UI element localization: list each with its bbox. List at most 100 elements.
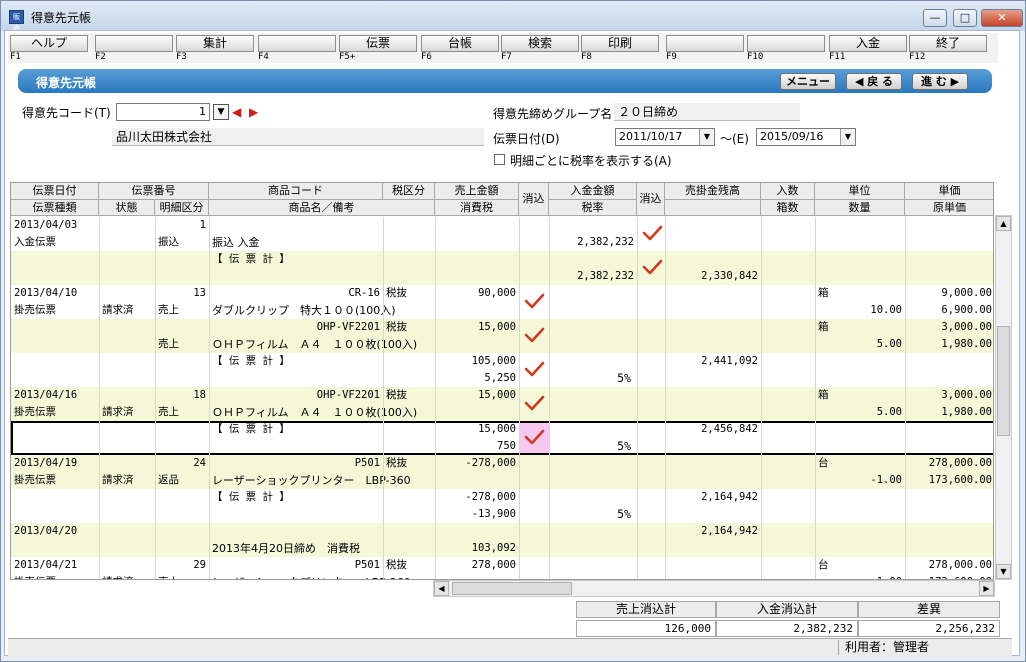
- column-header[interactable]: 消込: [519, 183, 549, 216]
- table-row[interactable]: 売上 ＯＨＰフィルム Ａ４ １００枚(100入) 5.00 1,980.00: [11, 336, 993, 353]
- cell-name: ＯＨＰフィルム Ａ４ １００枚(100入): [212, 338, 418, 351]
- column-header[interactable]: 明細区分: [155, 200, 209, 216]
- table-row[interactable]: 【 伝 票 計 】: [11, 251, 993, 268]
- function-key-f2[interactable]: [95, 35, 173, 52]
- column-header[interactable]: 商品名／備考: [209, 200, 435, 216]
- hscroll-thumb[interactable]: [452, 582, 572, 595]
- cell-sales: -278,000: [465, 491, 516, 503]
- scroll-right-icon[interactable]: ▶: [979, 581, 994, 596]
- column-header[interactable]: 消費税: [435, 200, 519, 216]
- table-row[interactable]: 掛売伝票 請求済 売上 ＯＨＰフィルム Ａ４ １００枚(100入) 5.00 1,980.…: [11, 404, 993, 421]
- scroll-thumb[interactable]: [997, 326, 1010, 436]
- reconciled-check-icon[interactable]: [523, 326, 545, 346]
- cell-kubun: 売上: [158, 338, 179, 350]
- column-header[interactable]: [665, 200, 761, 216]
- cell-tax: 税抜: [386, 287, 407, 299]
- column-header[interactable]: 税率: [549, 200, 637, 216]
- column-header[interactable]: 売掛金残高: [665, 183, 761, 200]
- close-icon[interactable]: ✕: [981, 9, 1023, 27]
- date-from-select[interactable]: 2011/10/17 ▼: [615, 128, 715, 146]
- minimize-icon[interactable]: —: [923, 9, 947, 27]
- cell-tax: 税抜: [386, 559, 407, 571]
- horizontal-scrollbar[interactable]: ◀ ▶: [433, 580, 995, 597]
- table-row[interactable]: 掛売伝票 請求済 返品 レーザーショックプリンター LBP-360 -1.00 173,6…: [11, 472, 993, 489]
- column-header[interactable]: 消込: [637, 183, 665, 216]
- cell-date: 2013/04/16: [14, 389, 78, 401]
- table-row[interactable]: 2013/04/20 2,164,942: [11, 523, 993, 540]
- reconciled-check-icon[interactable]: [523, 394, 545, 414]
- reconciled-check-icon[interactable]: [641, 224, 663, 244]
- table-row[interactable]: 5,250 5%: [11, 370, 993, 387]
- user-status: 利用者：管理者: [838, 640, 1008, 655]
- maximize-icon[interactable]: □: [953, 9, 977, 27]
- next-arrow-icon[interactable]: ▶: [249, 104, 263, 120]
- function-key-f9[interactable]: [666, 35, 744, 52]
- cell-sales: 105,000: [471, 355, 516, 367]
- reconciled-check-icon[interactable]: [523, 292, 545, 312]
- scroll-up-icon[interactable]: ▲: [996, 216, 1011, 231]
- column-header[interactable]: 伝票日付: [11, 183, 99, 200]
- table-row[interactable]: 掛売伝票 請求済 売上 ダブルクリップ 特大１００(100入) 10.00 6,900.0…: [11, 302, 993, 319]
- column-header[interactable]: 伝票種類: [11, 200, 99, 216]
- selected-slip-highlight: [11, 421, 993, 455]
- customer-code-input[interactable]: 1: [116, 103, 210, 121]
- cell-name: 振込 入金: [212, 236, 260, 249]
- next-button[interactable]: 進 む ▶: [912, 73, 968, 90]
- table-row[interactable]: 【 伝 票 計 】 105,000 2,441,092: [11, 353, 993, 370]
- menu-button[interactable]: メニュー: [780, 73, 836, 90]
- function-key-f3[interactable]: 集計: [176, 35, 254, 52]
- column-header[interactable]: 単価: [905, 183, 993, 200]
- column-header[interactable]: 数量: [815, 200, 905, 216]
- column-header[interactable]: 原単価: [905, 200, 993, 216]
- column-header[interactable]: 売上金額: [435, 183, 519, 200]
- function-key-number: F8: [581, 52, 592, 62]
- table-row[interactable]: 2013/04/21 29 P501 税抜 278,000 台 278,000.00: [11, 557, 993, 574]
- lookup-icon[interactable]: ▼: [213, 104, 229, 120]
- table-row[interactable]: 2013/04/19 24 P501 税抜 -278,000 台 278,000.00: [11, 455, 993, 472]
- function-key-f4[interactable]: [258, 35, 336, 52]
- column-divider: [209, 217, 210, 579]
- back-button[interactable]: ◀ 戻 る: [846, 73, 902, 90]
- function-key-f6[interactable]: 台帳: [421, 35, 499, 52]
- function-key-f12[interactable]: 終了: [909, 35, 987, 52]
- column-header[interactable]: 単位: [815, 183, 905, 200]
- function-key-f8[interactable]: 印刷: [581, 35, 659, 52]
- column-header[interactable]: 入金金額: [549, 183, 637, 200]
- scroll-down-icon[interactable]: ▼: [996, 564, 1011, 579]
- prev-arrow-icon[interactable]: ◀: [232, 104, 246, 120]
- column-header[interactable]: 状態: [99, 200, 155, 216]
- scroll-left-icon[interactable]: ◀: [434, 581, 449, 596]
- cell-name: ＯＨＰフィルム Ａ４ １００枚(100入): [212, 406, 418, 419]
- table-row[interactable]: 入金伝票 振込 振込 入金 2,382,232: [11, 234, 993, 251]
- column-header[interactable]: 伝票番号: [99, 183, 209, 200]
- table-row[interactable]: 2,382,232 2,330,842: [11, 268, 993, 285]
- cell-date: 2013/04/10: [14, 287, 78, 299]
- table-row[interactable]: 2013/04/16 18 OHP-VF2201 税抜 15,000 箱 3,000.00: [11, 387, 993, 404]
- table-row[interactable]: 2013/04/10 13 CR-16 税抜 90,000 箱 9,000.00: [11, 285, 993, 302]
- column-divider: [435, 217, 436, 579]
- column-header[interactable]: 商品コード: [209, 183, 383, 200]
- column-header[interactable]: 箱数: [761, 200, 815, 216]
- reconciled-check-icon[interactable]: [523, 428, 545, 448]
- column-header[interactable]: 税区分: [383, 183, 435, 200]
- function-key-f5-plus[interactable]: 伝票: [339, 35, 417, 52]
- function-key-f11[interactable]: 入金: [829, 35, 907, 52]
- column-header[interactable]: 入数: [761, 183, 815, 200]
- column-divider: [155, 217, 156, 579]
- table-row[interactable]: 2013年4月20日締め 消費税 103,092: [11, 540, 993, 557]
- function-key-f10[interactable]: [747, 35, 825, 52]
- table-row[interactable]: 2013/04/03 1: [11, 217, 993, 234]
- tax-rate-checkbox[interactable]: [494, 154, 505, 165]
- cell-status: 請求済: [99, 574, 155, 579]
- table-row[interactable]: 【 伝 票 計 】 -278,000 2,164,942: [11, 489, 993, 506]
- table-row[interactable]: -13,900 5%: [11, 506, 993, 523]
- function-key-number: F5+: [339, 52, 356, 62]
- date-to-select[interactable]: 2015/09/16 ▼: [756, 128, 856, 146]
- vertical-scrollbar[interactable]: ▲ ▼: [995, 215, 1012, 580]
- reconciled-check-icon[interactable]: [523, 360, 545, 380]
- function-key-f1[interactable]: ヘルプ: [10, 35, 88, 52]
- cell-no: 29: [193, 559, 206, 571]
- function-key-f7[interactable]: 検索: [501, 35, 579, 52]
- reconciled-check-icon[interactable]: [641, 258, 663, 278]
- table-row[interactable]: OHP-VF2201 税抜 15,000 箱 3,000.00: [11, 319, 993, 336]
